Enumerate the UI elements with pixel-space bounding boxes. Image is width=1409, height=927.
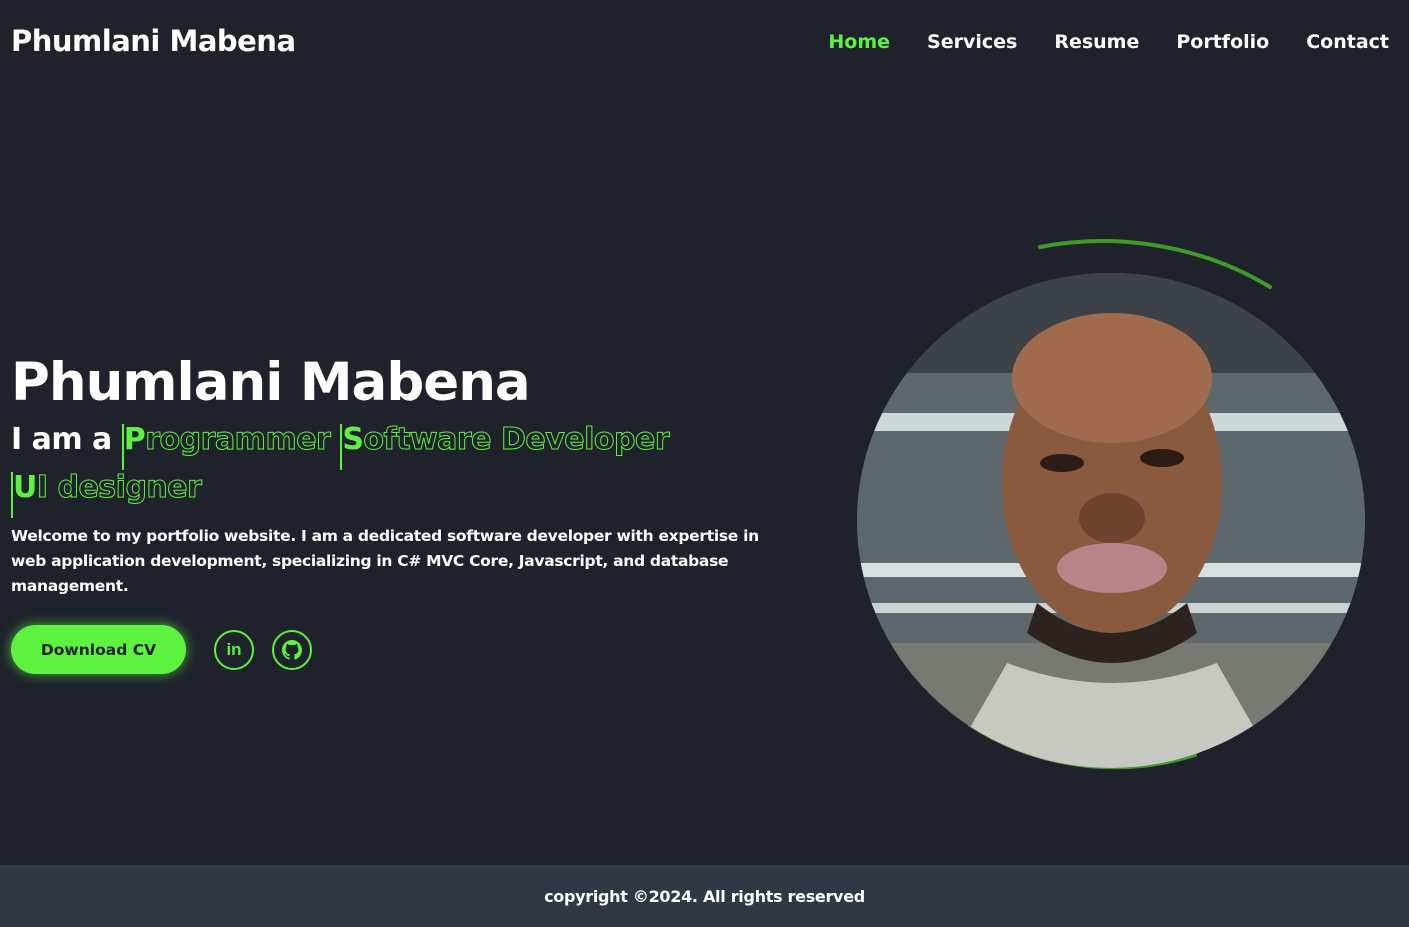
hero-name: Phumlani Mabena [11, 352, 531, 413]
nav-resume[interactable]: Resume [1054, 31, 1139, 53]
main-nav: Home Services Resume Portfolio Contact [828, 31, 1389, 53]
linkedin-icon: in [226, 639, 242, 659]
nav-home[interactable]: Home [828, 31, 890, 53]
role-software-developer: Software Developer [342, 422, 670, 458]
portrait-area [840, 225, 1400, 785]
hero-actions: Download CV in [11, 625, 801, 674]
hero-description: Welcome to my portfolio website. I am a … [11, 527, 759, 595]
download-cv-button[interactable]: Download CV [11, 625, 186, 674]
linkedin-link[interactable]: in [214, 629, 254, 670]
social-links: in [214, 629, 312, 670]
hero-section: Phumlani Mabena I am a Programmer Softwa… [11, 352, 801, 674]
profile-photo-drawing [857, 273, 1365, 768]
nav-services[interactable]: Services [927, 31, 1017, 53]
site-footer: copyright ©2024. All rights reserved [0, 865, 1409, 927]
nav-contact[interactable]: Contact [1306, 31, 1389, 53]
copyright-text: copyright ©2024. All rights reserved [544, 886, 865, 906]
typed-roles: I am a Programmer Software Developer UI … [11, 416, 801, 512]
nav-portfolio[interactable]: Portfolio [1176, 31, 1269, 53]
github-icon [282, 639, 302, 660]
profile-photo [857, 273, 1365, 768]
github-link[interactable] [272, 629, 312, 670]
site-logo[interactable]: Phumlani Mabena [11, 24, 296, 58]
roles-lead: I am a [11, 422, 112, 457]
role-ui-designer: UI designer [13, 470, 202, 506]
role-programmer: Programmer [123, 422, 332, 458]
site-header: Phumlani Mabena Home Services Resume Por… [0, 0, 1409, 88]
